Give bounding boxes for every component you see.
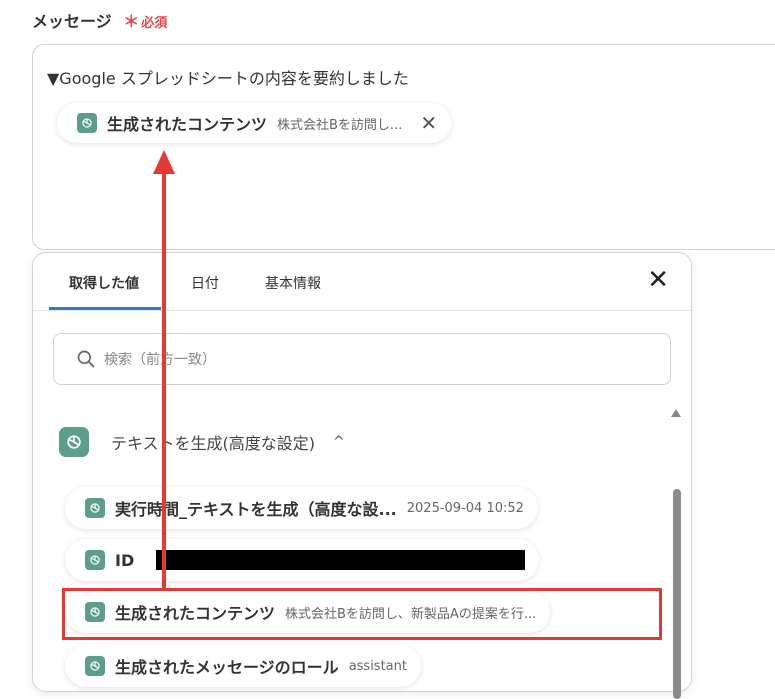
message-field-label: メッセージ ＊必須 [32,8,167,32]
chevron-up-icon[interactable]: ^ [333,434,345,450]
tab-fetched-values[interactable]: 取得した値 [69,273,139,293]
tab-basic-info[interactable]: 基本情報 [265,273,321,293]
section-header-generate-text[interactable]: テキストを生成(高度な設定) ^ [59,427,345,457]
scroll-up-arrow-icon[interactable] [671,409,681,417]
variable-item[interactable]: ID [65,539,539,581]
variable-item-value: 株式会社Bを訪問し、新製品Aの提案を行... [285,606,537,622]
close-icon[interactable]: ✕ [647,267,669,293]
tab-date[interactable]: 日付 [191,273,219,293]
chatgpt-icon [85,498,105,518]
variable-item-value: assistant [348,658,407,674]
scrollbar-thumb[interactable] [673,489,681,699]
chatgpt-icon [85,602,105,622]
variable-item-selected[interactable]: 生成されたコンテンツ 株式会社Bを訪問し、新製品Aの提案を行... [65,591,551,633]
variable-item-name: 生成されたメッセージのロール [115,658,339,677]
active-tab-indicator [49,307,161,310]
search-icon [77,350,95,368]
chatgpt-icon [59,427,89,457]
variable-item[interactable]: 実行時間_テキストを生成（高度な設... 2025-09-04 10:52 [65,487,538,529]
variable-item[interactable]: 生成されたメッセージのロール assistant [65,645,421,687]
chatgpt-icon [85,550,105,570]
variable-item-name: 実行時間_テキストを生成（高度な設... [115,500,397,519]
field-label-text: メッセージ [32,12,112,31]
chatgpt-icon [85,656,105,676]
tab-bar: 取得した値 日付 基本情報 ✕ [33,253,691,311]
chip-value: 株式会社Bを訪問し... [277,117,403,133]
inserted-variable-chip[interactable]: 生成されたコンテンツ 株式会社Bを訪問し... ✕ [57,103,452,143]
redacted-value [156,550,525,570]
search-input[interactable]: 検索（前方一致） [53,333,671,385]
required-badge: ＊必須 [123,12,168,31]
chip-remove-icon[interactable]: ✕ [420,113,437,133]
variable-item-name: 生成されたコンテンツ [115,604,276,623]
section-title: テキストを生成(高度な設定) [111,434,316,453]
chatgpt-icon [77,113,97,133]
search-placeholder: 検索（前方一致） [104,352,216,368]
variable-item-value: 2025-09-04 10:52 [406,500,524,516]
chip-name: 生成されたコンテンツ [107,115,268,134]
variable-item-name: ID [115,550,135,570]
message-textarea[interactable]: ▼Google スプレッドシートの内容を要約しました 生成されたコンテンツ 株式… [32,44,775,250]
message-text: ▼Google スプレッドシートの内容を要約しました [47,69,409,88]
variable-picker-popup: 取得した値 日付 基本情報 ✕ 検索（前方一致） テキストを生成(高度な設定) … [32,252,692,699]
